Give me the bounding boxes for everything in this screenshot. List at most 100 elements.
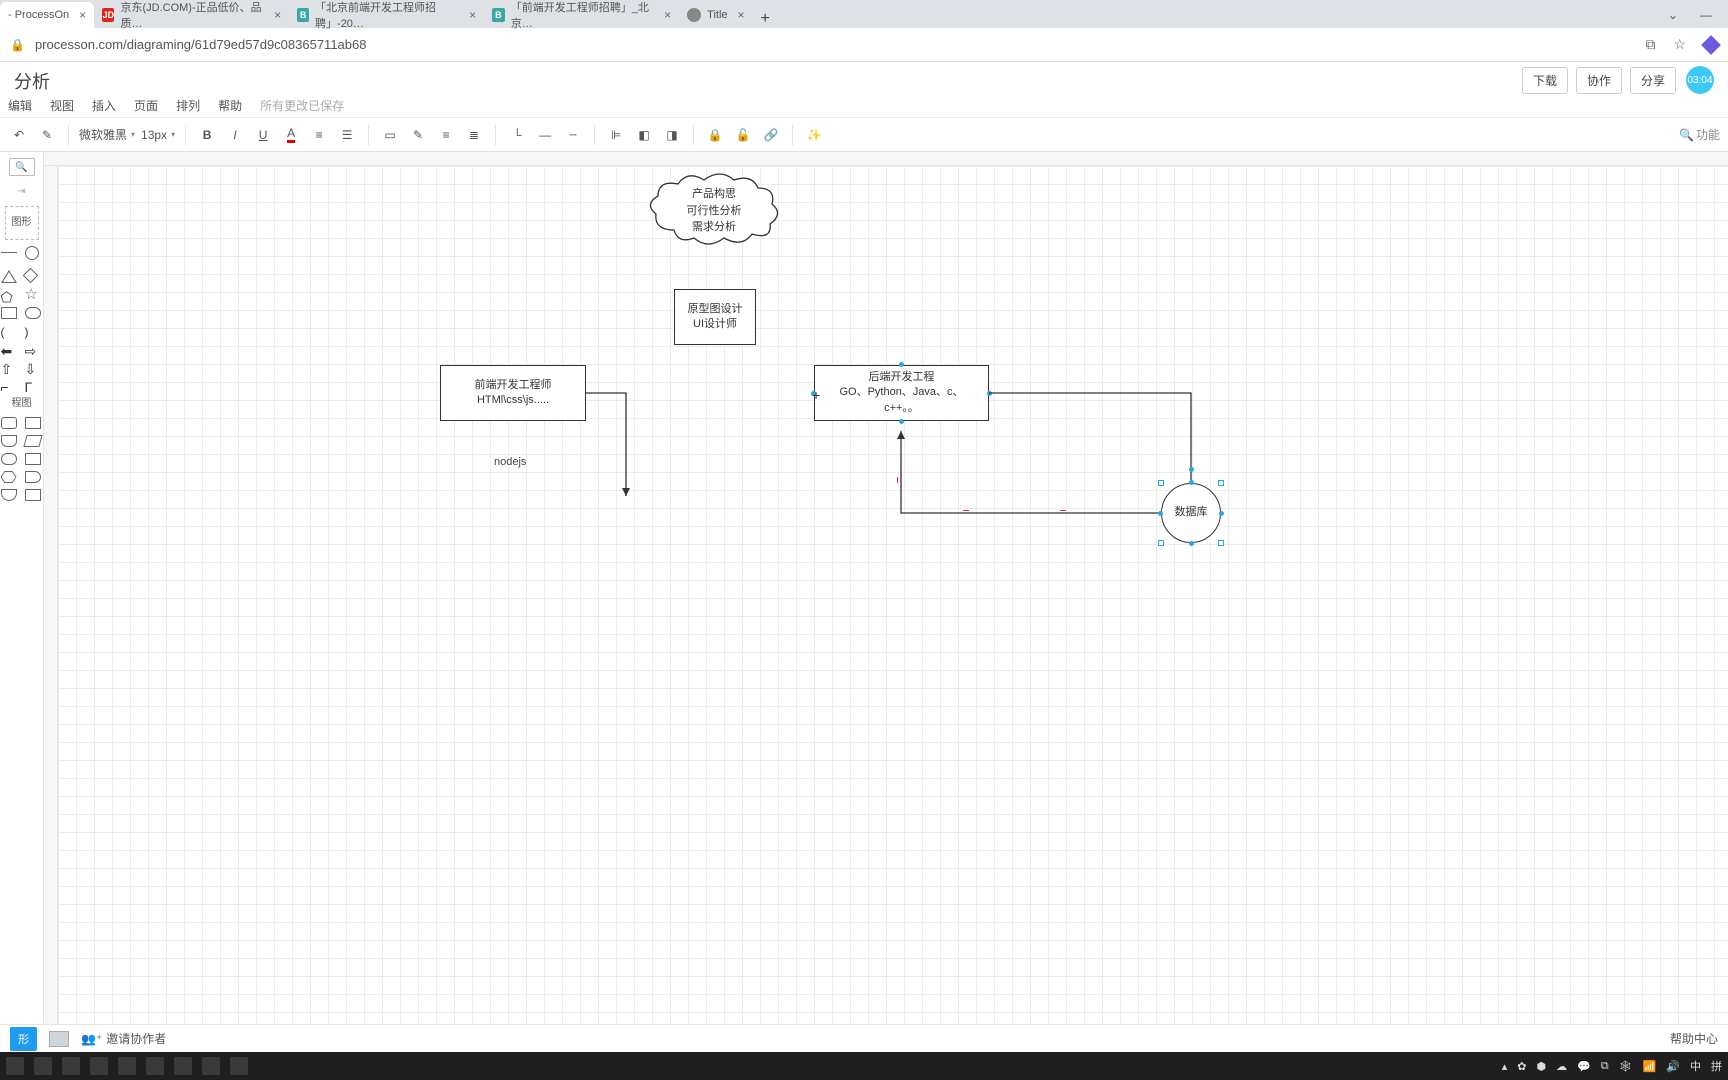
- avatar[interactable]: 03:04: [1686, 66, 1714, 94]
- minimize-icon[interactable]: —: [1700, 8, 1712, 22]
- tray-icon[interactable]: 💬: [1577, 1060, 1591, 1073]
- bold-icon[interactable]: B: [196, 124, 218, 146]
- shape-pentagon[interactable]: ⬠: [1, 289, 17, 301]
- node-frontend[interactable]: 前端开发工程师 HTMl\css\js.....: [440, 365, 586, 421]
- shape-arrow-down[interactable]: ⇩: [25, 361, 41, 373]
- shape-terminator[interactable]: [1, 453, 17, 465]
- close-icon[interactable]: ×: [79, 8, 86, 22]
- unlock-icon[interactable]: 🔓: [732, 124, 754, 146]
- node-cloud[interactable]: 产品构思 可行性分析 需求分析: [644, 170, 784, 252]
- shape-corner[interactable]: ⌐: [1, 379, 17, 391]
- line-color-icon[interactable]: ✎: [407, 124, 429, 146]
- node-nodejs-text[interactable]: nodejs: [494, 456, 526, 468]
- shape-arrow-left[interactable]: ⬅: [1, 343, 17, 355]
- diagram-canvas[interactable]: 产品构思 可行性分析 需求分析 原型图设计 UI设计师 前端开发工程师: [58, 166, 1728, 1052]
- browser-tab[interactable]: - ProcessOn ×: [0, 2, 94, 28]
- taskbar-app-icon[interactable]: [62, 1057, 80, 1075]
- text-color-icon[interactable]: A: [280, 124, 302, 146]
- taskbar-app-icon[interactable]: [174, 1057, 192, 1075]
- close-icon[interactable]: ×: [738, 8, 745, 22]
- selection-port[interactable]: [1158, 511, 1163, 516]
- close-icon[interactable]: ×: [664, 8, 671, 22]
- menu-edit[interactable]: 编辑: [8, 97, 32, 114]
- custom-shape-slot[interactable]: 图形: [5, 206, 39, 240]
- shape-offpage[interactable]: [1, 489, 17, 501]
- shape-search-input[interactable]: 🔍: [9, 158, 35, 176]
- shape-data[interactable]: [23, 435, 42, 447]
- shape-line[interactable]: [1, 252, 17, 264]
- close-icon[interactable]: ×: [274, 8, 281, 22]
- line-dash-icon[interactable]: ╌: [562, 124, 584, 146]
- shape-display[interactable]: [25, 471, 41, 483]
- port-bottom[interactable]: [899, 419, 904, 424]
- browser-tab[interactable]: B 「前端开发工程师招聘」_北京… ×: [484, 2, 679, 28]
- shape-document[interactable]: [1, 435, 17, 447]
- shape-corner2[interactable]: Γ: [25, 379, 41, 391]
- tray-icon[interactable]: ⧉: [1601, 1060, 1609, 1073]
- font-size-select[interactable]: 13px▾: [141, 128, 175, 142]
- new-tab-button[interactable]: +: [753, 10, 778, 28]
- line-width-icon[interactable]: ≡: [435, 124, 457, 146]
- align-objects-icon[interactable]: ⊫: [605, 124, 627, 146]
- browser-tab[interactable]: B 「北京前端开发工程师招聘」-20… ×: [289, 2, 484, 28]
- list-icon[interactable]: ☰: [336, 124, 358, 146]
- volume-icon[interactable]: 🔊: [1666, 1060, 1680, 1073]
- tray-icon[interactable]: ☁: [1556, 1060, 1567, 1073]
- browser-tab[interactable]: Title ×: [679, 2, 752, 28]
- bring-front-icon[interactable]: ◧: [633, 124, 655, 146]
- selection-port[interactable]: [1189, 541, 1194, 546]
- selection-handle[interactable]: [1218, 480, 1224, 486]
- port-top[interactable]: [899, 362, 904, 367]
- shape-arrow-up[interactable]: ⇧: [1, 361, 17, 373]
- selection-handle[interactable]: [1218, 540, 1224, 546]
- invite-collaborators[interactable]: 👥⁺ 邀请协作者: [81, 1030, 166, 1047]
- line-solid-icon[interactable]: —: [534, 124, 556, 146]
- wifi-icon[interactable]: 📶: [1643, 1060, 1657, 1073]
- node-backend[interactable]: 后端开发工程 GO、Python、Java、c、 c++。。: [814, 365, 989, 421]
- font-family-select[interactable]: 微软雅黑▾: [79, 126, 135, 143]
- taskbar-app-icon[interactable]: [90, 1057, 108, 1075]
- fill-color-icon[interactable]: ▭: [379, 124, 401, 146]
- shape-chip[interactable]: 形: [10, 1027, 37, 1051]
- taskbar-app-icon[interactable]: [34, 1057, 52, 1075]
- ime-zh-icon[interactable]: 中: [1690, 1058, 1701, 1074]
- shape-star[interactable]: ☆: [25, 289, 41, 301]
- install-app-icon[interactable]: ⧉: [1645, 36, 1655, 53]
- line-style-icon[interactable]: ≣: [463, 124, 485, 146]
- node-database[interactable]: 数据库: [1161, 483, 1221, 543]
- shape-circle[interactable]: [25, 246, 39, 260]
- collaborate-button[interactable]: 协作: [1576, 67, 1622, 94]
- collapse-panel-icon[interactable]: ⇥: [9, 182, 35, 200]
- shape-manual[interactable]: [25, 489, 41, 501]
- send-back-icon[interactable]: ◨: [661, 124, 683, 146]
- shape-diamond[interactable]: [22, 268, 38, 284]
- connector-style-icon[interactable]: └: [506, 124, 528, 146]
- selection-handle[interactable]: [1158, 480, 1164, 486]
- tray-icon[interactable]: ▴: [1502, 1060, 1508, 1073]
- feature-search[interactable]: 🔍功能: [1679, 126, 1720, 143]
- url-text[interactable]: processon.com/diagraming/61d79ed57d9c083…: [35, 37, 1627, 52]
- shape-rect[interactable]: [1, 307, 17, 319]
- selection-port[interactable]: [1189, 480, 1194, 485]
- menu-help[interactable]: 帮助: [218, 97, 242, 114]
- taskbar-app-icon[interactable]: [230, 1057, 248, 1075]
- shape-card[interactable]: [25, 453, 41, 465]
- chevron-down-icon[interactable]: ⌄: [1668, 8, 1678, 22]
- node-prototype[interactable]: 原型图设计 UI设计师: [674, 289, 756, 345]
- shape-process[interactable]: [1, 417, 17, 429]
- shape-hexagon[interactable]: [1, 471, 17, 483]
- tray-icon[interactable]: 🕸: [1619, 1060, 1633, 1073]
- italic-icon[interactable]: I: [224, 124, 246, 146]
- close-icon[interactable]: ×: [469, 8, 476, 22]
- link-icon[interactable]: 🔗: [760, 124, 782, 146]
- shape-bracket-r[interactable]: ): [25, 325, 41, 337]
- extension-icon[interactable]: [1701, 35, 1721, 55]
- shape-bracket-l[interactable]: (: [1, 325, 17, 337]
- menu-arrange[interactable]: 排列: [176, 97, 200, 114]
- browser-tab[interactable]: JD 京东(JD.COM)-正品低价、品质… ×: [94, 2, 289, 28]
- magic-icon[interactable]: ✨: [803, 124, 825, 146]
- taskbar-app-icon[interactable]: [6, 1057, 24, 1075]
- menu-insert[interactable]: 插入: [92, 97, 116, 114]
- help-center[interactable]: 帮助中心: [1670, 1030, 1718, 1047]
- menu-page[interactable]: 页面: [134, 97, 158, 114]
